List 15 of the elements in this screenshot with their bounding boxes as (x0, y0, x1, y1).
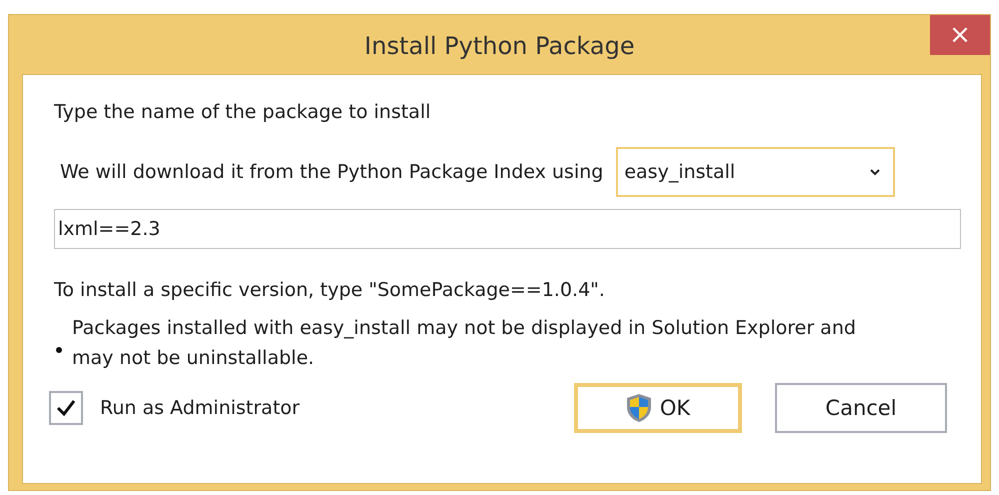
admin-checkbox[interactable] (49, 391, 83, 425)
note-text: Packages installed with easy_install may not be displayed in Solution Explorer and may not be uninstallable. (72, 316, 857, 371)
admin-checkbox-label: Run as Administrator (100, 397, 300, 419)
version-hint-text: To install a specific version, type "SomePackage==1.0.4". (54, 279, 606, 301)
caret-icon (869, 168, 882, 176)
window-title: Install Python Package (364, 32, 635, 60)
cancel-button[interactable]: Cancel (775, 383, 947, 433)
checkmark-icon (56, 399, 76, 417)
bullet-icon (56, 347, 62, 353)
installer-dropdown[interactable]: easy_install (616, 147, 896, 197)
close-button[interactable]: × (930, 15, 990, 55)
package-input-field[interactable]: lxml==2.3 (54, 209, 961, 249)
instruction-text: Type the name of the package to install (54, 101, 432, 123)
source-label: We will download it from the Python Package Index using (60, 161, 604, 183)
ok-button[interactable]: OK (574, 383, 742, 433)
